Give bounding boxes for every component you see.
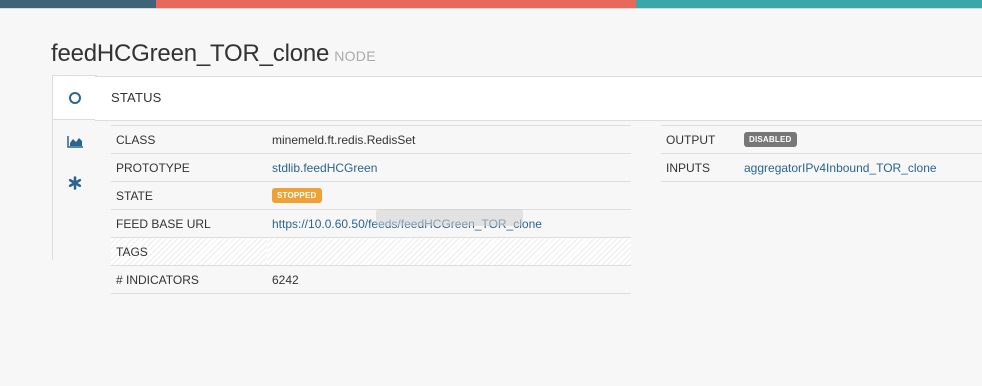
table-row: CLASS minemeld.ft.redis.RedisSet — [111, 125, 631, 154]
inputs-label: INPUTS — [661, 153, 739, 182]
page-title: feedHCGreen_TOR_clone NODE — [51, 40, 376, 68]
node-name: feedHCGreen_TOR_clone — [51, 40, 330, 67]
side-tabs — [52, 75, 97, 260]
table-row: INPUTS aggregatorIPv4Inbound_TOR_clone — [661, 153, 982, 182]
state-label: STATE — [111, 181, 267, 210]
asterisk-icon — [68, 176, 82, 190]
top-bar-segment-red — [156, 0, 636, 8]
tags-value[interactable] — [267, 237, 631, 266]
prototype-label: PROTOTYPE — [111, 153, 267, 182]
tags-label: TAGS — [111, 237, 267, 266]
feed-url-label: FEED BASE URL — [111, 209, 267, 238]
output-cell: DISABLED — [739, 125, 982, 154]
table-row: PROTOTYPE stdlib.feedHCGreen — [111, 153, 631, 182]
status-panel-header: STATUS — [95, 76, 982, 121]
circle-icon — [69, 91, 81, 104]
top-bar-segment-teal — [636, 0, 982, 8]
table-row: OUTPUT DISABLED — [661, 125, 982, 154]
table-row: # INDICATORS 6242 — [111, 265, 631, 294]
top-bar-divider — [0, 8, 982, 9]
node-io-table: OUTPUT DISABLED INPUTS aggregatorIPv4Inb… — [661, 125, 982, 182]
table-row: FEED BASE URL https://10.0.60.50/feeds/f… — [111, 209, 631, 238]
table-row: STATE STOPPED — [111, 181, 631, 210]
tab-status[interactable] — [52, 75, 97, 120]
state-badge: STOPPED — [272, 188, 322, 204]
node-type-label: NODE — [334, 48, 376, 64]
state-cell: STOPPED — [267, 181, 631, 210]
node-properties-table: CLASS minemeld.ft.redis.RedisSet PROTOTY… — [111, 125, 631, 294]
prototype-link[interactable]: stdlib.feedHCGreen — [272, 161, 377, 175]
tab-stats[interactable] — [53, 120, 97, 162]
indicators-label: # INDICATORS — [111, 265, 267, 294]
panel-title: STATUS — [111, 90, 162, 105]
indicators-value: 6242 — [267, 265, 631, 294]
table-row: TAGS — [111, 237, 631, 266]
class-label: CLASS — [111, 125, 267, 154]
link-hover-tooltip — [376, 209, 523, 226]
class-value: minemeld.ft.redis.RedisSet — [267, 125, 631, 154]
output-badge: DISABLED — [744, 132, 797, 148]
area-chart-icon — [66, 135, 83, 148]
inputs-cell: aggregatorIPv4Inbound_TOR_clone — [739, 153, 982, 182]
tab-config[interactable] — [53, 162, 97, 204]
top-bar-segment-dark — [0, 0, 156, 8]
inputs-link[interactable]: aggregatorIPv4Inbound_TOR_clone — [744, 161, 937, 175]
prototype-cell: stdlib.feedHCGreen — [267, 153, 631, 182]
output-label: OUTPUT — [661, 125, 739, 154]
